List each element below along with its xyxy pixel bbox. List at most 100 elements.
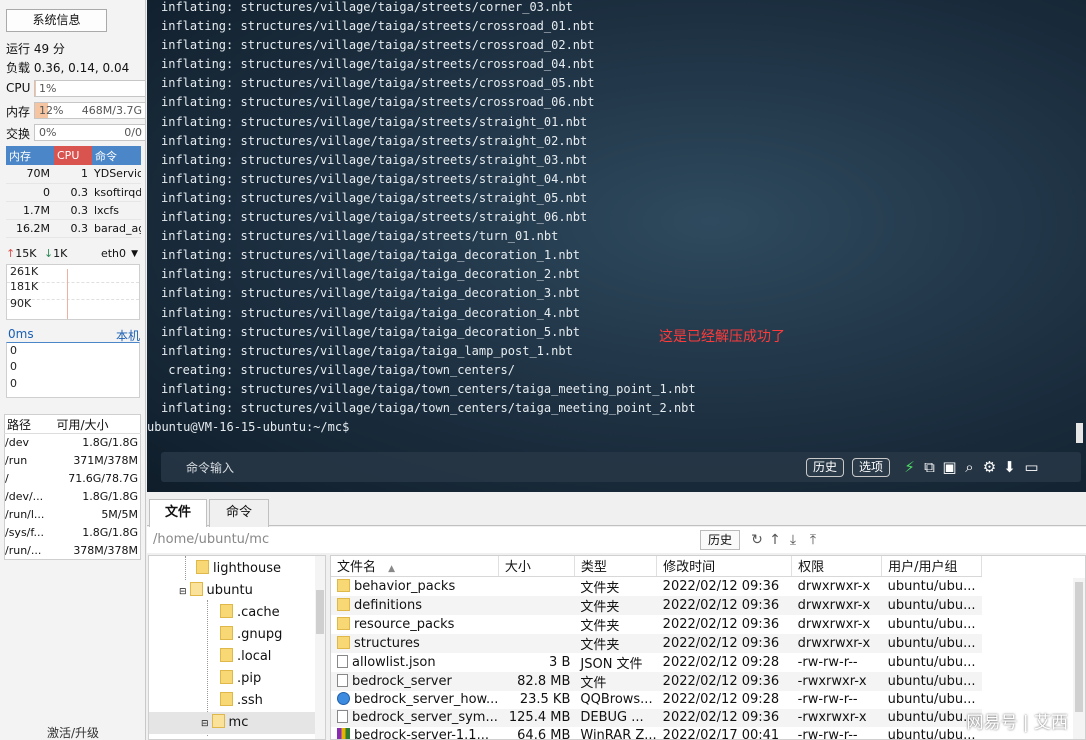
file-size [498,576,574,596]
options-button[interactable]: 选项 [852,458,891,477]
file-row[interactable]: definitions 文件夹 2022/02/12 09:36 drwxrwxr-x… [331,595,982,615]
file-type: DEBUG ... [574,708,657,727]
file-size: 3 B [549,654,571,670]
path-history-button[interactable]: 历史 [700,530,741,550]
up-directory-icon[interactable]: ↑ [767,530,783,550]
tree-node-ubuntu[interactable]: ⊟ ubuntu [179,580,253,602]
terminal-line: inflating: structures/village/taiga/stre… [161,57,595,72]
column-mtime[interactable]: 修改时间 [656,556,793,577]
file-size: 64.6 MB [517,728,571,740]
download-arrow-icon: ↓ [43,247,54,260]
file-row[interactable]: bedrock-server-1.1... 64.6 MB WinRAR Z... 2… [331,727,982,740]
proc-header-cpu[interactable]: CPU [54,146,92,165]
file-row[interactable]: resource_packs 文件夹 2022/02/12 09:36 drwxrwx… [331,615,982,634]
file-mtime: 2022/02/12 09:36 [656,708,792,727]
process-row[interactable]: 16.2M0.3barad_agent [6,219,141,238]
latency-value: 0ms [8,327,34,341]
proc-header-mem[interactable]: 内存 [6,146,54,165]
folder-icon [220,604,233,618]
terminal-prompt[interactable]: ubuntu@VM-16-15-ubuntu:~/mc$ [147,418,696,437]
refresh-icon[interactable]: ↻ [749,530,765,550]
file-type: QQBrows... [580,692,653,707]
swap-label: 交换 [6,127,31,141]
file-size: 82.8 MB [498,671,575,691]
file-name: behavior_packs [354,578,456,594]
folder-icon [337,597,350,611]
file-mtime: 2022/02/17 00:41 [662,728,780,740]
tab-commands[interactable]: 命令 [209,499,269,527]
tree-node-local[interactable]: .local [220,646,271,668]
tree-node-gnupg[interactable]: .gnupg [220,624,282,646]
lightning-icon[interactable]: ⚡ [901,457,918,477]
download-icon[interactable]: ⬇ [1001,457,1018,477]
file-row[interactable]: structures 文件夹 2022/02/12 09:36 drwxrwxr-x u… [331,633,982,653]
disk-header-path[interactable]: 路径 [4,414,55,434]
disk-row: /dev/... 1.8G/1.8G [5,488,141,506]
column-type[interactable]: 类型 [574,556,658,577]
terminal-line: inflating: structures/village/taiga/town… [161,400,696,415]
tree-scrollbar[interactable] [315,556,325,739]
activate-upgrade-link[interactable]: 激活/升级 [0,724,145,740]
tree-node-ssh[interactable]: .ssh [220,690,263,712]
command-input-bar[interactable]: 命令输入 历史 选项 ⚡ ⧉ ▣ ⌕ ⚙ ⬇ ▭ [161,452,1081,482]
file-mtime: 2022/02/12 09:28 [662,692,780,707]
file-permission: drwxrwxr-x [797,578,871,594]
disk-header-size[interactable]: 可用/大小 [54,414,141,434]
tab-files[interactable]: 文件 [149,499,207,527]
file-type: 文件 [574,671,657,691]
column-size[interactable]: 大小 [498,556,575,577]
cpu-label: CPU [6,81,31,95]
terminal-scrollbar[interactable] [1076,423,1083,443]
upload-file-icon[interactable]: ⤒ [805,530,821,550]
file-row[interactable]: bedrock_server_how... 23.5 KB QQBrows... 20… [331,691,982,709]
path-input[interactable]: /home/ubuntu/mc [153,532,269,547]
tree-node-lighthouse[interactable]: lighthouse [196,558,281,580]
file-mtime: 2022/02/12 09:36 [656,633,792,653]
proc-cmd: ksoftirqd [92,183,141,202]
disk-row: /sys/f... 1.8G/1.8G [5,524,141,542]
download-file-icon[interactable]: ⤓ [785,530,801,550]
terminal-panel[interactable]: inflating: structures/village/taiga/stre… [147,0,1086,492]
search-icon[interactable]: ⌕ [961,457,978,477]
copy-icon[interactable]: ⧉ [921,457,938,477]
terminal-line: inflating: structures/village/taiga/stre… [161,229,559,244]
folder-icon [220,670,233,684]
upload-speed: 15K [15,247,37,260]
maximize-icon[interactable]: ▭ [1023,457,1040,477]
folder-icon [337,616,350,630]
process-row[interactable]: 1.7M 0.3 lxcfs [6,201,141,220]
tree-node-mc[interactable]: ⊟ mc [149,712,315,734]
proc-cpu: 0.3 [54,219,92,238]
tree-node-pip[interactable]: .pip [220,668,261,690]
file-list-scrollbar[interactable] [1073,578,1085,739]
file-type: JSON 文件 [580,656,643,672]
file-row[interactable]: bedrock_server 82.8 MB 文件 2022/02/12 09:36-… [331,671,982,691]
proc-cmd: lxcfs [92,201,141,220]
file-icon [337,654,348,668]
column-permission[interactable]: 权限 [791,556,883,577]
gear-icon[interactable]: ⚙ [981,457,998,477]
file-row[interactable]: bedrock_server_sym... 125.4 MB DEBUG ... 20… [331,708,982,727]
network-interface[interactable]: eth0 [101,247,126,260]
collapse-icon[interactable]: ⊟ [179,587,187,597]
system-info-button[interactable]: 系统信息 [6,9,107,32]
file-row[interactable]: allowlist.json 3 B JSON 文件 2022/02/12 09:28… [331,653,982,672]
collapse-icon[interactable]: ⊟ [201,719,209,729]
proc-header-cmd[interactable]: 命令 [92,146,141,165]
file-row[interactable]: behavior_packs 文件夹 2022/02/12 09:36 drwxrwx… [331,576,982,596]
column-name[interactable]: 文件名 ▲ [331,556,499,577]
paste-icon[interactable]: ▣ [941,457,958,477]
history-button[interactable]: 历史 [806,458,845,477]
column-owner[interactable]: 用户/用户组 [881,556,983,577]
file-name: bedrock_server_sym... [352,710,498,725]
process-row[interactable]: 0 0.3 ksoftirqd [6,183,141,202]
disk-path: / [5,472,9,485]
chevron-down-icon[interactable]: ▼ [131,249,138,259]
terminal-line: inflating: structures/village/taiga/stre… [161,133,588,148]
tree-node-cache[interactable]: .cache [220,602,280,624]
process-row[interactable]: 70M1YDService [6,165,141,184]
disk-size: 371M/378M [73,454,138,467]
command-input[interactable]: 命令输入 [186,459,234,476]
upload-arrow-icon: ↑ [6,247,16,260]
terminal-line: inflating: structures/village/taiga/taig… [161,343,573,358]
